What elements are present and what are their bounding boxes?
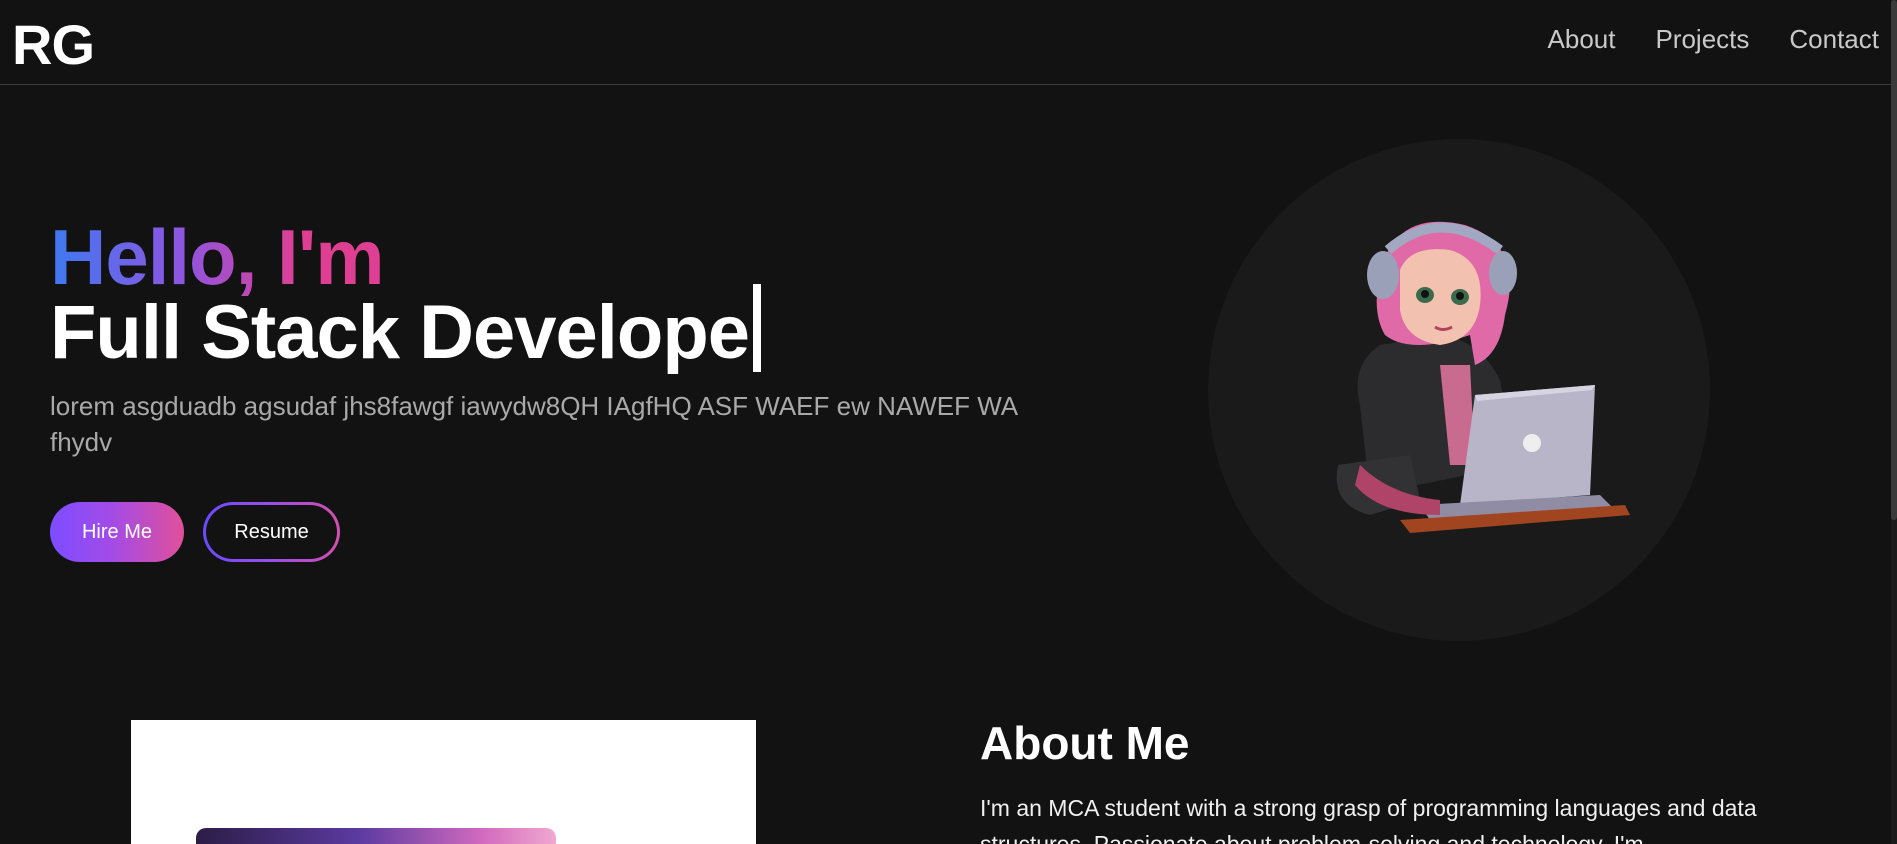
about-text: I'm an MCA student with a strong grasp o… bbox=[980, 795, 1757, 844]
typing-cursor bbox=[753, 284, 762, 372]
nav-link-projects[interactable]: Projects bbox=[1655, 24, 1749, 55]
girl-with-laptop-avatar bbox=[1336, 221, 1630, 533]
page-scrollbar[interactable] bbox=[1891, 0, 1897, 844]
resume-button-label: Resume bbox=[206, 505, 337, 559]
hero-description: lorem asgduadb agsudaf jhs8fawgf iawydw8… bbox=[50, 391, 1017, 457]
laptop-photo-graphic bbox=[196, 828, 556, 844]
navbar: RG About Projects Contact bbox=[0, 0, 1891, 85]
hero-role-heading: Full Stack Develope bbox=[50, 284, 762, 376]
hero-role-text: Full Stack Develope bbox=[50, 290, 750, 375]
nav-link-contact[interactable]: Contact bbox=[1789, 24, 1879, 55]
about-title: About Me bbox=[980, 717, 1190, 769]
hire-me-button[interactable]: Hire Me bbox=[50, 502, 184, 562]
resume-button[interactable]: Resume bbox=[203, 502, 340, 562]
scrollbar-thumb[interactable] bbox=[1891, 0, 1897, 520]
about-image bbox=[131, 720, 756, 844]
nav-link-about[interactable]: About bbox=[1548, 24, 1616, 55]
site-logo[interactable]: RG bbox=[12, 12, 95, 77]
nav-links: About Projects Contact bbox=[1548, 24, 1879, 55]
